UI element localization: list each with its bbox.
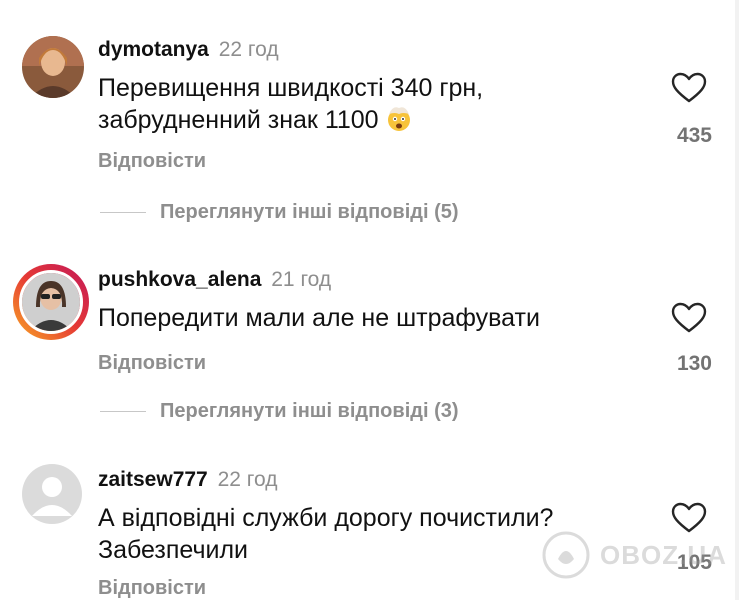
timestamp[interactable]: 22 год bbox=[219, 38, 279, 61]
view-replies-button[interactable]: Переглянути інші відповіді (3) bbox=[100, 396, 459, 426]
like-heart-icon[interactable] bbox=[671, 302, 707, 334]
view-replies-label: Переглянути інші відповіді (3) bbox=[160, 399, 459, 422]
oboz-logo-icon bbox=[542, 531, 590, 579]
reply-button[interactable]: Відповісти bbox=[98, 352, 206, 375]
view-replies-label: Переглянути інші відповіді (5) bbox=[160, 200, 459, 223]
username[interactable]: dymotanya bbox=[98, 38, 209, 61]
comment-header: pushkova_alena 21 год bbox=[98, 268, 331, 292]
reply-button[interactable]: Відповісти bbox=[98, 150, 206, 173]
like-heart-icon[interactable] bbox=[671, 72, 707, 104]
username[interactable]: zaitsew777 bbox=[98, 468, 208, 491]
timestamp[interactable]: 21 год bbox=[271, 268, 331, 291]
comment-text: Попередити мали але не штрафувати bbox=[98, 302, 658, 334]
comment-header: dymotanya 22 год bbox=[98, 38, 279, 62]
avatar[interactable] bbox=[22, 36, 84, 98]
like-count: 435 bbox=[676, 124, 712, 147]
username[interactable]: pushkova_alena bbox=[98, 268, 261, 291]
timestamp[interactable]: 22 год bbox=[218, 468, 278, 491]
replies-divider-line bbox=[100, 410, 146, 412]
exploding-head-emoji-icon bbox=[385, 104, 413, 140]
comment-text-line: Перевищення швидкості 340 грн, bbox=[98, 74, 484, 102]
watermark: OBOZ.UA bbox=[540, 525, 740, 585]
like-count: 130 bbox=[676, 352, 712, 375]
reply-button[interactable]: Відповісти bbox=[98, 577, 206, 600]
default-avatar-icon[interactable] bbox=[22, 464, 82, 524]
comment-header: zaitsew777 22 год bbox=[98, 468, 277, 492]
replies-divider-line bbox=[100, 211, 146, 213]
view-replies-button[interactable]: Переглянути інші відповіді (5) bbox=[100, 197, 459, 227]
scrollbar[interactable] bbox=[735, 0, 739, 600]
avatar[interactable] bbox=[19, 270, 83, 334]
comment-text-line: забрудненний знак 1100 bbox=[98, 104, 658, 140]
comment-text-line: Попередити мали але не штрафувати bbox=[98, 304, 540, 332]
comment-text: Перевищення швидкості 340 грн, забруднен… bbox=[98, 72, 658, 140]
watermark-text: OBOZ.UA bbox=[600, 539, 727, 570]
